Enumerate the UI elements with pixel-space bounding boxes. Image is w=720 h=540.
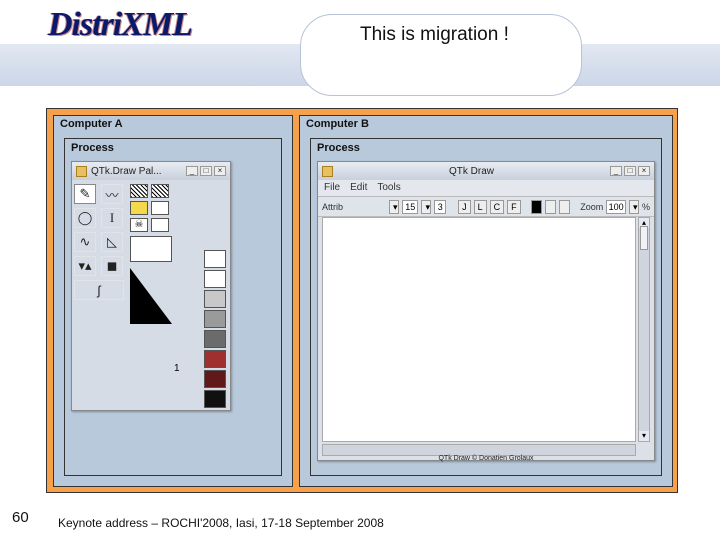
zoom-field[interactable]: 100 [606, 200, 626, 214]
field-1[interactable]: 15 [402, 200, 418, 214]
fill-tool-icon[interactable]: ▾▴ [74, 256, 96, 276]
scroll-down-icon[interactable]: ▾ [639, 431, 649, 441]
brush-tool-icon[interactable]: 〰 [101, 184, 123, 204]
white-swatch[interactable] [151, 201, 169, 215]
window-controls: _ □ × [610, 166, 650, 176]
color-bar[interactable] [204, 290, 226, 308]
slide-number: 60 [12, 509, 29, 526]
close-button[interactable]: × [638, 166, 650, 176]
menu-file[interactable]: File [324, 182, 340, 194]
menu-edit[interactable]: Edit [350, 182, 367, 194]
tool-column: ✎ 〰 ◯ I ∿ ◺ ▾▴ ◼ ʃ [72, 180, 126, 410]
attrib-label: Attrib [322, 202, 343, 212]
color-bar[interactable] [204, 250, 226, 268]
minimize-button[interactable]: _ [610, 166, 622, 176]
window-controls: _ □ × [186, 166, 226, 176]
pattern-hatch2-swatch[interactable] [559, 200, 570, 214]
process-a-label: Process [65, 139, 281, 157]
brush-size-value: 1 [174, 363, 180, 374]
align-c-button[interactable]: C [490, 200, 505, 214]
color-bar[interactable] [204, 370, 226, 388]
palette-titlebar[interactable]: QTk.Draw Pal... _ □ × [72, 162, 230, 180]
align-l-button[interactable]: L [474, 200, 487, 214]
vertical-scrollbar[interactable]: ▴ ▾ [638, 217, 650, 442]
computer-b-process: Process QTk Draw _ □ × File Edit Tools [310, 138, 662, 476]
scroll-thumb[interactable] [640, 226, 648, 250]
freehand-tool-icon[interactable]: ʃ [74, 280, 124, 300]
palette-title: QTk.Draw Pal... [91, 166, 162, 177]
slide-title: This is migration ! [360, 24, 509, 46]
computer-a-label: Computer A [54, 116, 292, 134]
pattern-swatch-2[interactable] [151, 184, 169, 198]
align-j-button[interactable]: J [458, 200, 471, 214]
close-button[interactable]: × [214, 166, 226, 176]
palette-window: QTk.Draw Pal... _ □ × ✎ 〰 ◯ I ∿ ◺ [71, 161, 231, 411]
dropdown-icon[interactable]: ▾ [421, 200, 431, 214]
computer-b-panel: Computer B Process QTk Draw _ □ × File E… [299, 115, 673, 487]
color-bar[interactable] [204, 310, 226, 328]
app-icon [76, 166, 87, 177]
maximize-button[interactable]: □ [200, 166, 212, 176]
zoom-label: Zoom [580, 202, 603, 212]
minimize-button[interactable]: _ [186, 166, 198, 176]
color-column: ☠ 1 [126, 180, 230, 410]
percent-label: % [642, 202, 650, 212]
field-2[interactable]: 3 [434, 200, 446, 214]
polygon-tool-icon[interactable]: ◺ [101, 232, 123, 252]
brush-size-triangle-icon[interactable] [130, 268, 172, 324]
menubar: File Edit Tools [318, 180, 654, 197]
skull-icon[interactable]: ☠ [130, 218, 148, 232]
white-swatch-2[interactable] [151, 218, 169, 232]
logo: DistriXML [48, 6, 192, 44]
pattern-hatch-swatch[interactable] [545, 200, 556, 214]
pencil-tool-icon[interactable]: ✎ [74, 184, 96, 204]
status-bar: QTk Draw © Donatien Grolaux [311, 455, 661, 469]
diagram-stage: Computer A Process QTk.Draw Pal... _ □ ×… [46, 108, 678, 493]
erase-tool-icon[interactable]: ◼ [101, 256, 123, 276]
draw-titlebar[interactable]: QTk Draw _ □ × [318, 162, 654, 180]
maximize-button[interactable]: □ [624, 166, 636, 176]
pattern-black-swatch[interactable] [531, 200, 542, 214]
curve-tool-icon[interactable]: ∿ [74, 232, 96, 252]
draw-window: QTk Draw _ □ × File Edit Tools Attrib ▾ [317, 161, 655, 461]
color-bar[interactable] [204, 330, 226, 348]
color-bar[interactable] [204, 390, 226, 408]
menu-tools[interactable]: Tools [377, 182, 400, 194]
color-bar[interactable] [204, 270, 226, 288]
footer-text: Keynote address – ROCHI'2008, Iasi, 17-1… [58, 516, 384, 530]
process-b-label: Process [311, 139, 661, 157]
drawing-canvas[interactable] [322, 217, 636, 442]
draw-title: QTk Draw [337, 166, 606, 177]
header-band [0, 44, 720, 86]
app-icon [322, 166, 333, 177]
dropdown-icon[interactable]: ▾ [389, 200, 399, 214]
color-bar[interactable] [204, 350, 226, 368]
align-f-button[interactable]: F [507, 200, 521, 214]
computer-b-label: Computer B [300, 116, 672, 134]
toolbar: Attrib ▾ 15 ▾ 3 J L C F Zoom [318, 197, 654, 217]
computer-a-process: Process QTk.Draw Pal... _ □ × ✎ 〰 ◯ [64, 138, 282, 476]
yellow-swatch[interactable] [130, 201, 148, 215]
computer-a-panel: Computer A Process QTk.Draw Pal... _ □ ×… [53, 115, 293, 487]
oval-tool-icon[interactable]: ◯ [74, 208, 96, 228]
dropdown-icon[interactable]: ▾ [629, 200, 639, 214]
foreground-swatch[interactable] [130, 236, 172, 262]
pattern-swatch[interactable] [130, 184, 148, 198]
text-tool-icon[interactable]: I [101, 208, 123, 228]
